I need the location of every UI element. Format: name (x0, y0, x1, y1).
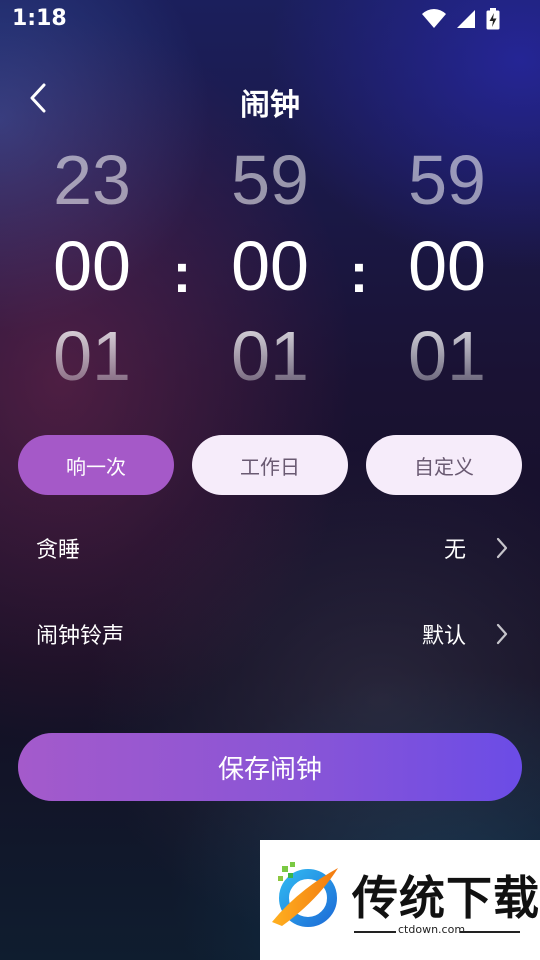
second-next[interactable]: 01 (387, 316, 507, 396)
repeat-custom-button[interactable]: 自定义 (366, 435, 522, 495)
divider (460, 931, 520, 933)
hour-prev[interactable]: 23 (32, 140, 152, 220)
minute-wheel[interactable]: 59 00 01 (210, 140, 330, 400)
snooze-setting-row[interactable]: 贪睡 无 (0, 518, 540, 578)
ringtone-value: 默认 (421, 624, 466, 649)
brand-name: 传统下载 (352, 871, 540, 925)
minute-current[interactable]: 00 (210, 226, 330, 306)
time-separator: : (172, 241, 192, 304)
repeat-workday-button[interactable]: 工作日 (192, 435, 348, 495)
watermark: 传统下载 ctdown.com (260, 840, 540, 960)
wifi-icon (422, 9, 446, 33)
save-alarm-button[interactable]: 保存闹钟 (18, 733, 522, 801)
brand-site: ctdown.com (398, 923, 466, 936)
brand-logo (272, 862, 338, 927)
hour-next[interactable]: 01 (32, 316, 152, 396)
repeat-options: 响一次 工作日 自定义 (18, 435, 522, 495)
snooze-label: 贪睡 (36, 538, 81, 563)
status-icons (422, 8, 500, 34)
page-title: 闹钟 (240, 88, 300, 123)
snooze-value: 无 (443, 538, 466, 563)
time-separator: : (349, 241, 369, 304)
minute-prev[interactable]: 59 (210, 140, 330, 220)
minute-next[interactable]: 01 (210, 316, 330, 396)
header: 闹钟 (0, 70, 540, 130)
status-bar: 1:18 (0, 0, 540, 38)
time-picker: 23 00 01 : 59 00 01 : 59 00 01 (0, 140, 540, 400)
divider (354, 931, 396, 933)
second-prev[interactable]: 59 (387, 140, 507, 220)
repeat-once-button[interactable]: 响一次 (18, 435, 174, 495)
second-current[interactable]: 00 (387, 226, 507, 306)
hour-wheel[interactable]: 23 00 01 (32, 140, 152, 400)
ringtone-setting-row[interactable]: 闹钟铃声 默认 (0, 604, 540, 664)
chevron-right-icon (496, 623, 508, 645)
battery-charging-icon (486, 8, 500, 34)
hour-current[interactable]: 00 (32, 226, 152, 306)
signal-icon (456, 9, 476, 33)
second-wheel[interactable]: 59 00 01 (387, 140, 507, 400)
status-time: 1:18 (12, 6, 67, 31)
chevron-right-icon (496, 537, 508, 559)
ringtone-label: 闹钟铃声 (36, 624, 125, 649)
